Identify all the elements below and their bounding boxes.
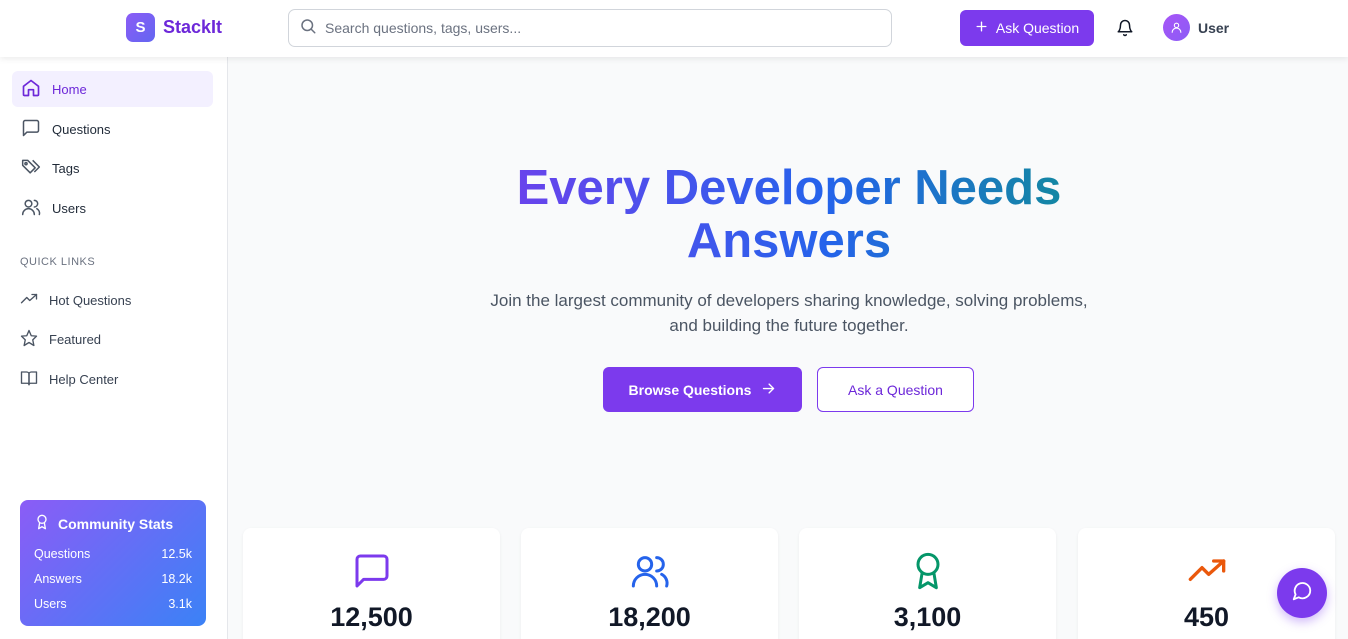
message-square-icon bbox=[351, 550, 393, 592]
sidebar-item-label: Home bbox=[52, 81, 87, 97]
stat-card-awards: 3,100 bbox=[799, 528, 1056, 639]
trending-up-icon bbox=[20, 290, 38, 311]
award-icon bbox=[907, 550, 949, 592]
top-header: S StackIt Ask Question User bbox=[0, 0, 1348, 57]
sidebar-item-label: Tags bbox=[52, 160, 80, 176]
search-input[interactable] bbox=[325, 20, 865, 36]
community-stats-title-text: Community Stats bbox=[58, 515, 174, 532]
sidebar-item-tags[interactable]: Tags bbox=[12, 150, 213, 186]
hero-title-line1: Every Developer Needs bbox=[516, 161, 1062, 215]
stat-card-value: 12,500 bbox=[330, 602, 413, 632]
home-icon bbox=[21, 78, 41, 101]
message-square-icon bbox=[21, 118, 41, 141]
ask-question-label: Ask Question bbox=[995, 20, 1080, 36]
user-name: User bbox=[1198, 19, 1230, 36]
users-icon bbox=[21, 197, 41, 220]
search-bar[interactable] bbox=[288, 9, 892, 47]
star-icon bbox=[20, 329, 38, 350]
users-icon bbox=[629, 550, 671, 592]
stat-card-value: 3,100 bbox=[893, 602, 962, 632]
quick-links-heading: QUICK LINKS bbox=[20, 256, 96, 268]
quick-link-featured[interactable]: Featured bbox=[20, 329, 101, 350]
sidebar-item-questions[interactable]: Questions bbox=[12, 111, 213, 147]
search-icon bbox=[299, 17, 317, 40]
hero-title: Every Developer Needs Answers bbox=[428, 162, 1150, 268]
stats-row-value: 12.5k bbox=[161, 546, 192, 561]
stats-row-questions: Questions 12.5k bbox=[34, 541, 192, 566]
stat-card-users: 18,200 bbox=[521, 528, 778, 639]
browse-questions-button[interactable]: Browse Questions bbox=[603, 367, 802, 412]
award-icon bbox=[34, 514, 50, 533]
quick-link-help-center[interactable]: Help Center bbox=[20, 369, 118, 390]
hero-subtitle: Join the largest community of developers… bbox=[490, 291, 1088, 335]
stats-row-label: Questions bbox=[34, 546, 91, 561]
stats-row-label: Answers bbox=[34, 571, 82, 586]
stats-row-value: 18.2k bbox=[161, 571, 192, 586]
browse-questions-label: Browse Questions bbox=[628, 381, 752, 398]
quick-link-hot-questions[interactable]: Hot Questions bbox=[20, 290, 131, 311]
brand-name: StackIt bbox=[163, 17, 223, 37]
logo[interactable]: S StackIt bbox=[126, 13, 222, 42]
community-stats-title: Community Stats bbox=[34, 514, 192, 533]
arrow-right-icon bbox=[761, 381, 776, 399]
sidebar-item-label: Questions bbox=[52, 121, 111, 137]
quick-link-label: Hot Questions bbox=[49, 293, 132, 308]
quick-link-label: Help Center bbox=[49, 372, 119, 387]
chat-button[interactable] bbox=[1277, 568, 1327, 618]
sidebar-item-home[interactable]: Home bbox=[12, 71, 213, 107]
stats-row-users: Users 3.1k bbox=[34, 591, 192, 616]
stats-row-value: 3.1k bbox=[168, 596, 192, 611]
chat-bubble-icon bbox=[1291, 580, 1313, 607]
community-stats-card: Community Stats Questions 12.5k Answers … bbox=[20, 500, 206, 626]
tags-icon bbox=[21, 157, 41, 180]
avatar bbox=[1163, 14, 1190, 41]
notifications-bell-icon[interactable] bbox=[1114, 17, 1136, 39]
user-menu[interactable]: User bbox=[1163, 14, 1229, 41]
stat-card-value: 18,200 bbox=[608, 602, 691, 632]
stat-card-questions: 12,500 bbox=[243, 528, 500, 639]
quick-link-label: Featured bbox=[49, 332, 102, 347]
hero-title-line2: Answers bbox=[686, 214, 892, 268]
ask-question-button[interactable]: Ask Question bbox=[960, 10, 1094, 46]
logo-mark: S bbox=[126, 13, 155, 42]
sidebar: Home Questions Tags Users QUICK LINKS Ho… bbox=[0, 57, 228, 639]
stats-row-answers: Answers 18.2k bbox=[34, 566, 192, 591]
stats-row-label: Users bbox=[34, 596, 67, 611]
trending-up-icon bbox=[1186, 550, 1228, 592]
sidebar-item-label: Users bbox=[52, 200, 86, 216]
ask-a-question-button[interactable]: Ask a Question bbox=[817, 367, 974, 412]
book-open-icon bbox=[20, 369, 38, 390]
plus-icon bbox=[975, 20, 988, 36]
ask-a-question-label: Ask a Question bbox=[848, 381, 943, 398]
sidebar-item-users[interactable]: Users bbox=[12, 190, 213, 226]
